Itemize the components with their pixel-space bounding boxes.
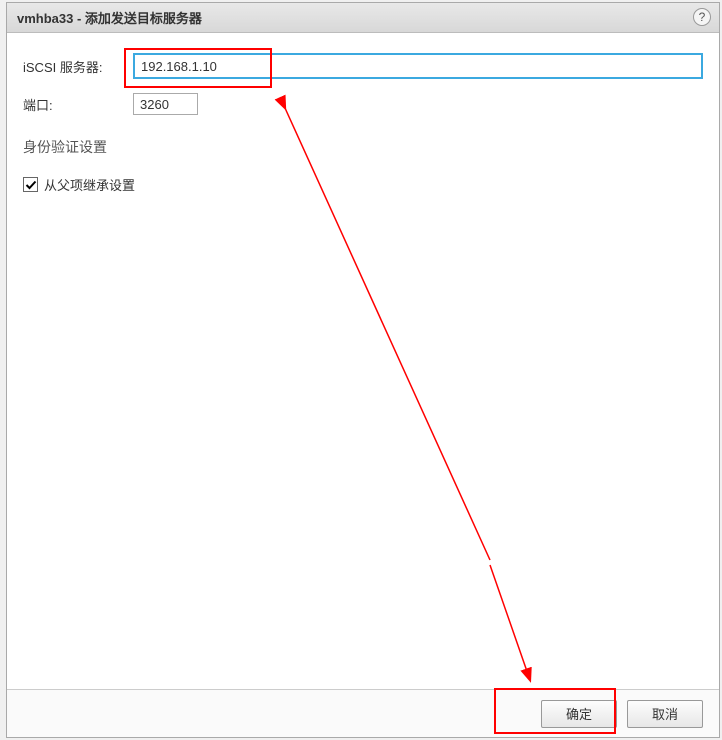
port-row: 端口: xyxy=(23,93,703,115)
iscsi-label: iSCSI 服务器: xyxy=(23,57,133,76)
dialog-window: vmhba33 - 添加发送目标服务器 ? iSCSI 服务器: 端口: 身份验… xyxy=(6,2,720,738)
cancel-button[interactable]: 取消 xyxy=(627,700,703,728)
iscsi-server-input[interactable] xyxy=(133,53,703,79)
titlebar: vmhba33 - 添加发送目标服务器 ? xyxy=(7,3,719,33)
help-icon[interactable]: ? xyxy=(693,8,711,26)
port-input[interactable] xyxy=(133,93,198,115)
port-label: 端口: xyxy=(23,95,133,114)
ok-button[interactable]: 确定 xyxy=(541,700,617,728)
inherit-label: 从父项继承设置 xyxy=(44,175,135,194)
inherit-checkbox-row: 从父项继承设置 xyxy=(23,175,703,194)
iscsi-row: iSCSI 服务器: xyxy=(23,53,703,79)
dialog-footer: 确定 取消 xyxy=(7,689,719,737)
inherit-checkbox[interactable] xyxy=(23,177,38,192)
dialog-content: iSCSI 服务器: 端口: 身份验证设置 从父项继承设置 xyxy=(7,33,719,689)
auth-section-header: 身份验证设置 xyxy=(23,137,703,157)
checkmark-icon xyxy=(25,179,37,191)
window-title: vmhba33 - 添加发送目标服务器 xyxy=(17,8,202,27)
